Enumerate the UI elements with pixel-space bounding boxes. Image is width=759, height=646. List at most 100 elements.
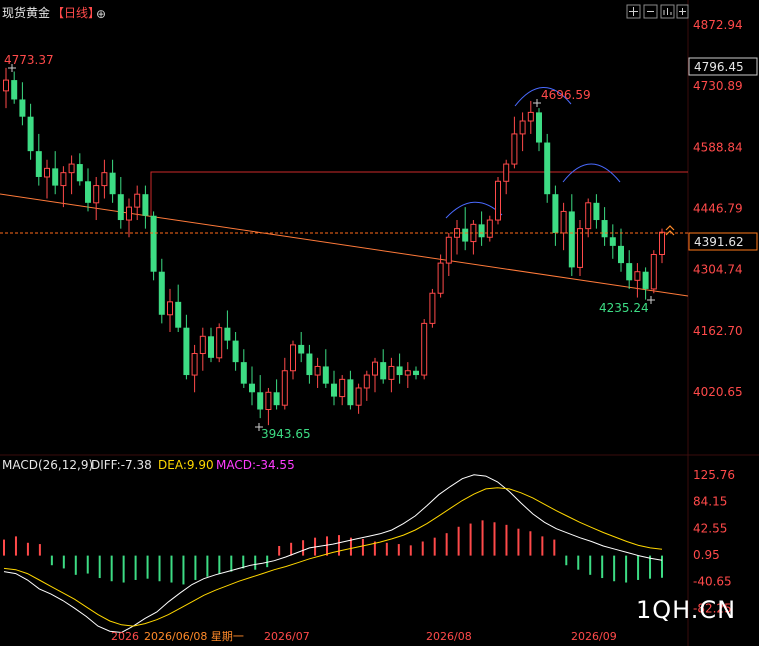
candle-body-down xyxy=(601,220,608,238)
candle-body-down xyxy=(19,99,26,117)
date-tick-label: 2026 xyxy=(111,630,139,643)
extreme-price-label: 4773.37 xyxy=(4,53,54,67)
left-shoulder-arc xyxy=(445,201,503,219)
current-price-label: 4391.62 xyxy=(694,235,744,249)
zoom-in-icon[interactable] xyxy=(676,4,689,19)
candle-body-up xyxy=(314,365,321,376)
candle-body-down xyxy=(27,116,34,152)
candle-body-down xyxy=(142,194,149,216)
candle-body-up xyxy=(191,353,198,376)
candle-body-down xyxy=(322,366,329,384)
candle-body-down xyxy=(618,245,624,264)
chart-title: 现货黄金 xyxy=(2,5,50,20)
crosshair-tool-icon[interactable] xyxy=(626,4,641,19)
candle-body-up xyxy=(355,387,362,406)
price-tick-label: 4020.65 xyxy=(693,385,743,399)
macd-diff-label: DIFF:-7.38 xyxy=(91,458,152,472)
price-tick-label: 4872.94 xyxy=(693,18,743,32)
candle-body-down xyxy=(158,271,165,315)
candle-body-down xyxy=(609,237,616,246)
candle-body-down xyxy=(273,392,280,406)
candle-body-down xyxy=(85,181,91,203)
price-tick-label: 4446.79 xyxy=(693,202,743,216)
candle-body-up xyxy=(134,193,141,208)
candle-body-up xyxy=(650,253,657,290)
candle-body-down xyxy=(11,80,18,100)
current-price-arrow-icon xyxy=(665,225,675,236)
zoom-out-icon[interactable] xyxy=(643,4,658,19)
candle-body-up xyxy=(44,167,50,178)
candle-body-up xyxy=(363,374,370,389)
macd-params-label: MACD(26,12,9) xyxy=(2,458,93,472)
candle-body-up xyxy=(281,370,288,406)
candle-body-up xyxy=(519,120,526,135)
extreme-price-label: 4235.24 xyxy=(599,301,649,315)
candle-body-up xyxy=(577,228,583,268)
candle-body-up xyxy=(126,206,132,221)
candle-body-down xyxy=(462,228,469,242)
date-tick-label: 2026/07 xyxy=(264,630,310,643)
watermark-logo: 1QH.CN xyxy=(636,596,736,624)
macd-dea-line xyxy=(3,487,663,627)
chart-canvas: 现货黄金 【日线】 ⊕ 4872.94 4730.89 4588.84 4446.79… xyxy=(0,0,759,646)
candle-body-down xyxy=(626,263,633,281)
candle-body-down xyxy=(306,353,313,376)
candle-body-up xyxy=(511,133,518,165)
candle-body-up xyxy=(290,344,296,372)
candle-body-up xyxy=(199,335,206,355)
candle-body-down xyxy=(150,215,157,272)
crosshair-date-label: 2026/06/08 星期一 xyxy=(144,630,244,643)
macd-value-label: MACD:-34.55 xyxy=(216,458,295,472)
candle-body-up xyxy=(101,172,108,187)
right-shoulder-arc xyxy=(562,163,621,183)
price-tick-label: 4730.89 xyxy=(693,79,743,93)
zoom-circle-icon[interactable]: ⊕ xyxy=(96,7,106,21)
candle-body-down xyxy=(642,271,649,289)
candle-body-down xyxy=(396,366,403,376)
candle-body-up xyxy=(429,292,436,324)
candle-body-up xyxy=(421,322,428,376)
period-selector[interactable]: 【日线】 xyxy=(52,6,100,20)
candle-body-down xyxy=(478,224,485,238)
candle-body-down xyxy=(257,392,264,410)
candle-body-down xyxy=(544,142,551,195)
candle-body-up xyxy=(437,262,444,294)
candle-body-up xyxy=(339,378,346,398)
candle-body-up xyxy=(659,231,665,255)
extreme-price-label: 3943.65 xyxy=(261,427,311,441)
candle-body-up xyxy=(3,79,9,92)
candle-body-up xyxy=(585,202,592,230)
candle-body-up xyxy=(404,370,411,376)
candle-body-up xyxy=(388,365,395,380)
macd-tick-label: 0.95 xyxy=(693,548,720,562)
candle-body-up xyxy=(560,210,567,234)
macd-diff-line xyxy=(3,474,663,634)
date-tick-label: 2026/09 xyxy=(571,630,617,643)
chart-app: 现货黄金 【日线】 ⊕ 4872.94 4730.89 4588.84 4446.79… xyxy=(0,0,759,646)
candle-body-down xyxy=(117,194,124,221)
candle-body-down xyxy=(413,370,419,376)
macd-tick-label: -40.65 xyxy=(693,575,732,589)
candle-body-down xyxy=(232,340,239,363)
candle-body-up xyxy=(167,301,173,316)
candle-body-down xyxy=(76,164,83,182)
candle-body-up xyxy=(68,163,75,174)
reference-price-label: 4796.45 xyxy=(694,60,744,74)
chart-settings-icon[interactable] xyxy=(660,4,675,19)
candle-body-down xyxy=(249,383,255,393)
candle-body-up xyxy=(495,180,501,221)
extreme-price-label: 4696.59 xyxy=(541,88,591,102)
candle-body-down xyxy=(208,336,214,358)
resistance-box-line xyxy=(150,171,688,258)
candle-body-down xyxy=(183,327,190,376)
candle-body-up xyxy=(486,219,493,238)
candle-body-up xyxy=(503,163,510,182)
candle-body-down xyxy=(175,301,182,328)
candle-body-up xyxy=(265,391,272,411)
candle-body-down xyxy=(298,344,305,354)
date-tick-label: 2026/08 xyxy=(426,630,472,643)
candle-body-up xyxy=(445,236,452,264)
candle-body-down xyxy=(347,379,354,406)
macd-tick-label: 84.15 xyxy=(693,495,727,509)
candle-body-up xyxy=(93,185,100,204)
